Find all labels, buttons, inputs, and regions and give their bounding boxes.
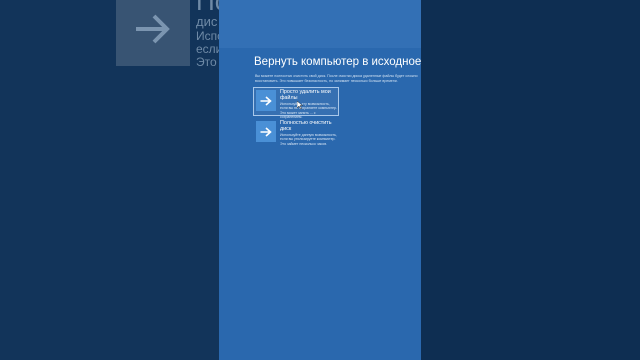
background-subtitle: дис xyxy=(196,14,218,29)
arrow-right-icon xyxy=(260,126,272,137)
arrow-right-icon xyxy=(136,14,170,44)
page-description: Вы можете полностью очистить свой диск. … xyxy=(255,74,418,83)
option-remove-files[interactable]: Просто удалить мои файлы Используйте эту… xyxy=(253,87,339,119)
option-title: Полностью очистить диск xyxy=(280,120,332,132)
page-title: Вернуть компьютер в исходное с xyxy=(254,56,421,68)
panel-header-band xyxy=(219,0,421,48)
option-clean-drive[interactable]: Полностью очистить диск Используйте данн… xyxy=(254,119,338,146)
arrow-right-icon xyxy=(260,95,272,106)
option-text: Используйте данную возможность, если вы … xyxy=(280,133,337,146)
background-right xyxy=(421,0,640,360)
option-icon-tile xyxy=(256,121,276,142)
reset-pc-panel: Вернуть компьютер в исходное с Вы можете… xyxy=(219,0,421,360)
option-title: Просто удалить мои файлы xyxy=(280,89,331,101)
background-option-tile xyxy=(116,0,190,66)
option-icon-tile xyxy=(256,90,276,111)
mouse-cursor-icon xyxy=(297,101,303,109)
background-left-blur xyxy=(0,0,219,360)
option-text: Используйте эту возможность, если вы не … xyxy=(280,102,337,119)
